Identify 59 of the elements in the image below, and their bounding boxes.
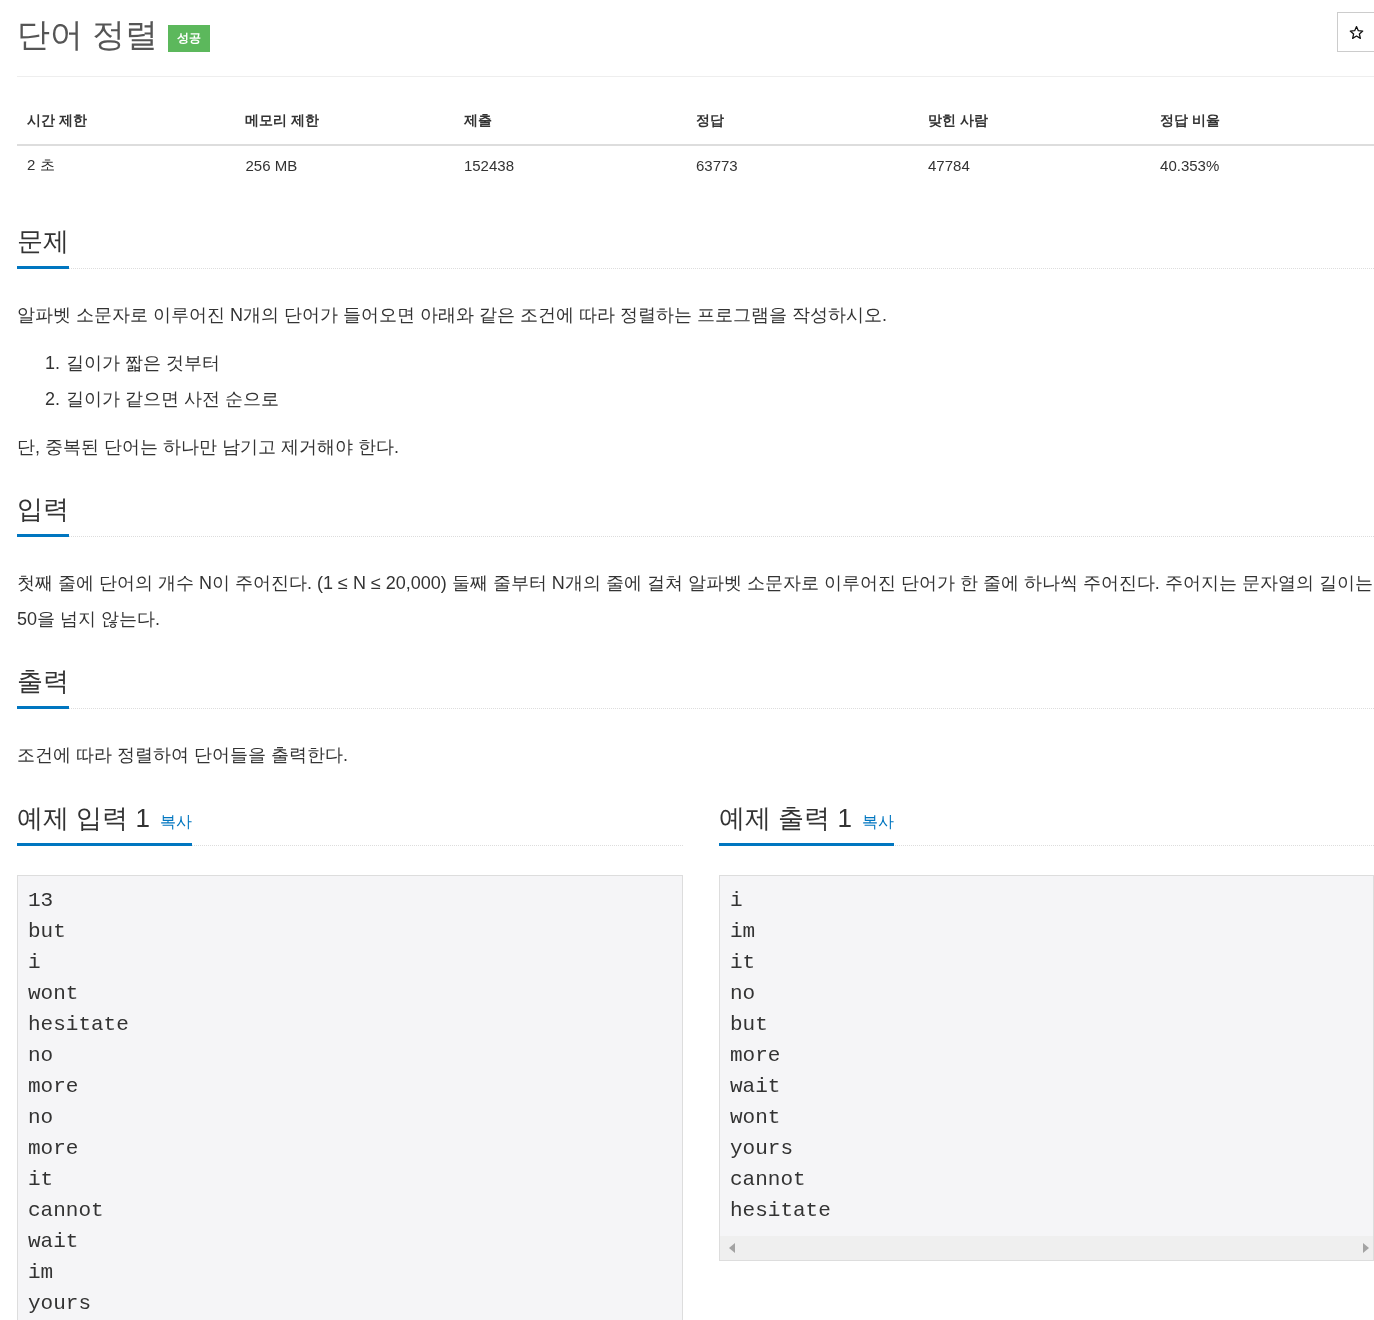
- code-line: 13: [28, 888, 55, 914]
- code-line: no: [730, 981, 757, 1007]
- table-cell: 63773: [686, 145, 919, 185]
- code-line: it: [28, 1167, 55, 1193]
- paragraph: 단, 중복된 단어는 하나만 남기고 제거해야 한다.: [17, 436, 400, 459]
- table-cell: 152438: [453, 145, 686, 185]
- star-button[interactable]: [1337, 12, 1374, 52]
- sample-title: 예제 입력 1: [17, 802, 150, 835]
- column-header: 제출: [453, 97, 686, 145]
- copy-link[interactable]: 복사: [159, 812, 192, 833]
- code-line: cannot: [730, 1167, 807, 1193]
- star-icon: [1348, 24, 1364, 40]
- column-header: 메모리 제한: [235, 97, 454, 145]
- column-header: 정답: [686, 97, 919, 145]
- code-line: no: [28, 1105, 55, 1131]
- section-heading: 문제: [17, 223, 69, 269]
- code-line: im: [28, 1260, 55, 1286]
- code-line: hesitate: [28, 1012, 130, 1038]
- sample-title: 예제 출력 1: [719, 802, 852, 835]
- code-line: more: [28, 1136, 80, 1162]
- code-line: more: [730, 1043, 782, 1069]
- paragraph: 알파벳 소문자로 이루어진 N개의 단어가 들어오면 아래와 같은 조건에 따라 정렬하는 프로그램을 작성하시오.: [17, 304, 888, 327]
- code-line: wont: [730, 1105, 782, 1131]
- section-heading: 입력: [17, 491, 69, 537]
- paragraph: 첫째 줄에 단어의 개수 N이 주어진다. (1 ≤ N ≤ 20,000) 둘째 줄부터 N개의 줄에 걸쳐 알파벳 소문자로 이루어진 단어가 한 줄에 하나씩 주어진다. 주어지는 문자열의 길이는 50을 넘지 않는다.: [17, 572, 1374, 631]
- list-number: 1.: [45, 352, 60, 375]
- code-line: yours: [28, 1291, 92, 1317]
- paragraph: 조건에 따라 정렬하여 단어들을 출력한다.: [17, 744, 349, 767]
- code-line: wait: [730, 1074, 782, 1100]
- section-heading: 출력: [17, 663, 69, 709]
- copy-link[interactable]: 복사: [861, 812, 894, 833]
- code-line: it: [730, 950, 757, 976]
- code-line: cannot: [28, 1198, 105, 1224]
- list-number: 2.: [45, 388, 60, 411]
- horizontal-scrollbar[interactable]: [720, 1236, 1373, 1260]
- code-line: no: [28, 1043, 55, 1069]
- code-line: im: [730, 919, 757, 945]
- scroll-left-icon[interactable]: [729, 1243, 735, 1253]
- code-line: hesitate: [730, 1198, 832, 1224]
- code-line: but: [730, 1012, 769, 1038]
- list-text: 길이가 짧은 것부터: [66, 352, 221, 375]
- column-header: 시간 제한: [17, 97, 236, 145]
- code-line: more: [28, 1074, 80, 1100]
- table-cell: 40.353%: [1150, 145, 1374, 185]
- page-title: 단어 정렬: [17, 15, 159, 55]
- table-cell: 47784: [918, 145, 1151, 185]
- status-label: 성공: [168, 24, 211, 52]
- list-text: 길이가 같으면 사전 순으로: [66, 388, 280, 411]
- column-header: 맞힌 사람: [918, 97, 1151, 145]
- table-cell: 2 초: [17, 145, 236, 185]
- code-line: but: [28, 919, 67, 945]
- code-line: wont: [28, 981, 80, 1007]
- scroll-right-icon[interactable]: [1363, 1243, 1369, 1253]
- code-line: wait: [28, 1229, 80, 1255]
- code-line: yours: [730, 1136, 794, 1162]
- column-header: 정답 비율: [1150, 97, 1374, 145]
- code-line: i: [730, 888, 744, 914]
- code-line: i: [28, 950, 42, 976]
- table-cell: 256 MB: [235, 145, 454, 185]
